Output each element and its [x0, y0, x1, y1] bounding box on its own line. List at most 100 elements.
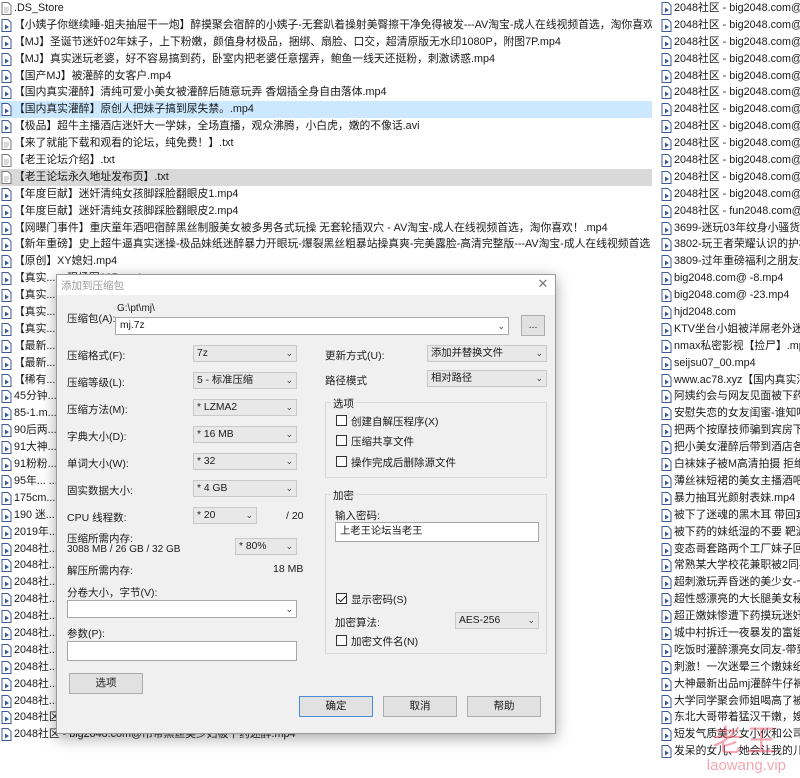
file-row[interactable]: 【老王论坛介绍】.txt — [0, 152, 652, 169]
video-file-icon — [661, 441, 672, 455]
file-row[interactable]: 2048社区 - big2048.com@... — [660, 169, 800, 186]
threads-select[interactable]: * 20 ⌄ — [193, 507, 257, 524]
chevron-down-icon[interactable]: ⌄ — [497, 318, 505, 334]
file-row[interactable]: 【国产MJ】被灌醉的女客户.mp4 — [0, 68, 652, 85]
file-name: 常熟某大学校花兼职被2同事下... — [674, 559, 800, 572]
file-row[interactable]: 【国内真实灌醉】清纯可爱小美女被灌醉后随意玩弄 香烟插全身自由落体.mp4 — [0, 84, 652, 101]
file-row[interactable]: 2048社区 - big2048.com@... — [660, 34, 800, 51]
show-password-checkbox[interactable] — [336, 593, 347, 604]
encryption-method-select[interactable]: AES-256 ⌄ — [455, 612, 539, 629]
file-row[interactable]: 超刺激玩弄昏迷的美少女-一边... — [660, 574, 800, 591]
file-row[interactable]: 2048社区 - big2048.com@... — [660, 135, 800, 152]
file-row[interactable]: 超正嫩妹惨遭下药摸玩迷奸.m... — [660, 608, 800, 625]
file-row[interactable]: 2048社区 - big2048.com@... — [660, 17, 800, 34]
file-row[interactable]: 发呆的女儿、她会让我的儿子... — [660, 743, 800, 760]
file-row[interactable]: 变态哥套路两个工厂妹子回家... — [660, 541, 800, 558]
file-row[interactable]: 把两个按摩技师骗到宾房下药... — [660, 422, 800, 439]
file-row[interactable]: 被下药的妹纸湿的不要 靶波的... — [660, 524, 800, 541]
file-row[interactable]: 2048社区 - big2048.com@... — [660, 101, 800, 118]
split-input[interactable]: ⌄ — [67, 600, 297, 618]
file-row[interactable]: 【MJ】圣诞节迷奸02年妹子，上下粉嫩，颜值身材极品，捆绑、扇脸、口交，超清原版… — [0, 34, 652, 51]
file-row[interactable]: www.ac78.xyz【国内真实灌醉... — [660, 372, 800, 389]
file-row[interactable]: 【年度巨献】迷奸清纯女孩脚踩脸翻眼皮2.mp4 — [0, 203, 652, 220]
file-row[interactable]: 【小姨子你继续睡-姐夫抽屉干一炮】醉摸聚会宿醉的小姨子-无套趴着操射美臀擦干净免… — [0, 17, 652, 34]
file-row[interactable]: 【国内真实灌醉】原创人把妹子搞到尿失禁。.mp4 — [0, 101, 652, 119]
cancel-button[interactable]: 取消 — [383, 696, 457, 717]
file-row[interactable]: nmax私密影视【捡尸】.mp4 — [660, 338, 800, 355]
file-row[interactable]: 暴力抽耳光颜射表妹.mp4 — [660, 490, 800, 507]
help-button[interactable]: 帮助 — [467, 696, 541, 717]
chevron-down-icon[interactable]: ⌄ — [285, 601, 293, 617]
file-row[interactable]: 东北大哥带着猛汉干嫩，嫂子... — [660, 709, 800, 726]
file-name: 超正嫩妹惨遭下药摸玩迷奸.m... — [674, 610, 800, 623]
file-row[interactable]: 2048社区 - big2048.com@... — [660, 68, 800, 85]
file-row[interactable]: 超性感漂亮的大长腿美女秘书... — [660, 591, 800, 608]
shared-checkbox[interactable] — [336, 435, 347, 446]
file-row[interactable]: 2048社区 - big2048.com@... — [660, 118, 800, 135]
file-row[interactable]: big2048.com@ -8.mp4 — [660, 270, 800, 287]
file-row[interactable]: 常熟某大学校花兼职被2同事下... — [660, 557, 800, 574]
file-row[interactable]: 刺激！一次迷晕三个嫩妹纸-看... — [660, 659, 800, 676]
file-name: seijsu07_00.mp4 — [674, 356, 756, 369]
file-row[interactable]: .DS_Store — [0, 0, 652, 17]
params-input[interactable] — [67, 641, 297, 661]
file-name: 【年度巨献】迷奸清纯女孩脚踩脸翻眼皮1.mp4 — [14, 187, 239, 200]
file-row[interactable]: 2048社区 - big2048.com@... — [660, 51, 800, 68]
file-row[interactable]: 2048社区 - fun2048.com@... — [660, 203, 800, 220]
file-name: 【来了就能下载和观看的论坛，纯免费！】.txt — [14, 137, 234, 150]
close-icon[interactable]: ✕ — [535, 276, 551, 292]
file-row[interactable]: 2048社区 - big2048.com@... — [660, 152, 800, 169]
file-row[interactable]: 3699-迷玩03年纹身小骚货 扣... — [660, 220, 800, 237]
solid-select[interactable]: * 4 GB ⌄ — [193, 480, 297, 497]
file-row[interactable]: 把小美女灌醉后带到酒店各种... — [660, 439, 800, 456]
file-row[interactable]: 大神最新出品mj灌醉牛仔裤白... — [660, 676, 800, 693]
method-select[interactable]: * LZMA2 ⌄ — [193, 399, 297, 416]
file-row[interactable]: 安慰失恋的女友闺蜜-谁知喝多... — [660, 405, 800, 422]
file-row[interactable]: 阿姨约会与网友见面被下药迷... — [660, 388, 800, 405]
level-select[interactable]: 5 - 标准压缩 ⌄ — [193, 372, 297, 389]
file-row[interactable]: hjd2048.com — [660, 304, 800, 321]
format-select[interactable]: 7z ⌄ — [193, 345, 297, 362]
file-row[interactable]: big2048.com@ -23.mp4 — [660, 287, 800, 304]
update-select[interactable]: 添加并替换文件 ⌄ — [427, 345, 547, 362]
browse-button[interactable]: ... — [521, 315, 545, 336]
encryption-method-value: AES-256 — [459, 615, 501, 626]
file-row[interactable]: 短发气质美少女小伙和公司聚会... — [660, 726, 800, 743]
file-row[interactable]: 被下了迷魂的黑木耳 带回宾馆... — [660, 507, 800, 524]
video-file-icon — [1, 441, 12, 455]
file-row[interactable]: 吃饭时灌醉漂亮女同友-带到酒... — [660, 642, 800, 659]
file-row[interactable]: 【极品】超牛主播酒店迷奸大一学妹，全场直播，观众沸腾，小白虎，嫩的不像话.avi — [0, 118, 652, 135]
file-row[interactable]: 【新年重磅】史上超牛逼真实迷操-极品妹纸迷醉暴力开眼玩-爆裂黑丝粗暴站操真爽-完… — [0, 236, 652, 253]
encrypt-names-checkbox[interactable] — [336, 635, 347, 646]
delete-checkbox[interactable] — [336, 456, 347, 467]
archive-name-input[interactable]: mj.7z ⌄ — [115, 317, 509, 335]
file-row[interactable]: KTV坐台小姐被洋屌老外迷药... — [660, 321, 800, 338]
video-file-icon — [1, 35, 12, 49]
ok-button[interactable]: 确定 — [299, 696, 373, 717]
file-row[interactable]: 薄丝袜短裙的美女主播酒吧醉... — [660, 473, 800, 490]
word-select[interactable]: * 32 ⌄ — [193, 453, 297, 470]
mem-compress-select[interactable]: * 80% ⌄ — [235, 538, 297, 555]
file-row[interactable]: 2048社区 - big2048.com@... — [660, 186, 800, 203]
sfx-checkbox[interactable] — [336, 415, 347, 426]
file-row[interactable]: 城中村拆迁一夜暴发的富姐酒... — [660, 625, 800, 642]
file-row[interactable]: 2048社区 - big2048.com@... — [660, 0, 800, 17]
file-row[interactable]: 3802-玩王者荣耀认识的护校小... — [660, 236, 800, 253]
file-row[interactable]: 2048社区 - big2048.com@... — [660, 84, 800, 101]
dialog-titlebar[interactable]: 添加到压缩包 ✕ — [57, 275, 555, 295]
file-row[interactable]: 大学同学聚会师姐喝高了被带... — [660, 693, 800, 710]
pathmode-select[interactable]: 相对路径 ⌄ — [427, 370, 547, 387]
file-row[interactable]: 【年度巨献】迷奸清纯女孩脚踩脸翻眼皮1.mp4 — [0, 186, 652, 203]
dict-select[interactable]: * 16 MB ⌄ — [193, 426, 297, 443]
file-row[interactable]: 白袜妹子被M高清拍摄 拒绝音... — [660, 456, 800, 473]
file-row[interactable]: 【来了就能下载和观看的论坛，纯免费！】.txt — [0, 135, 652, 152]
password-input[interactable]: 上老王论坛当老王 — [335, 522, 539, 542]
file-row[interactable]: 3809-过年重磅福利之朋友最新... — [660, 253, 800, 270]
file-row[interactable]: 【MJ】真实迷玩老婆，好不容易搞到药，卧室内把老婆任意摆弄，鲍鱼一线天还挺粉，刺… — [0, 51, 652, 68]
file-row[interactable]: 【网曝门事件】重庆童年酒吧宿醉黑丝制服美女被多男各式玩操 无套轮插双穴 - AV… — [0, 220, 652, 237]
file-row[interactable]: 【原创】XY媳妇.mp4 — [0, 253, 652, 270]
file-row[interactable]: 【老王论坛永久地址发布页】.txt — [0, 168, 652, 186]
video-file-icon — [1, 458, 12, 472]
file-row[interactable]: seijsu07_00.mp4 — [660, 355, 800, 372]
options-button[interactable]: 选项 — [69, 673, 143, 694]
